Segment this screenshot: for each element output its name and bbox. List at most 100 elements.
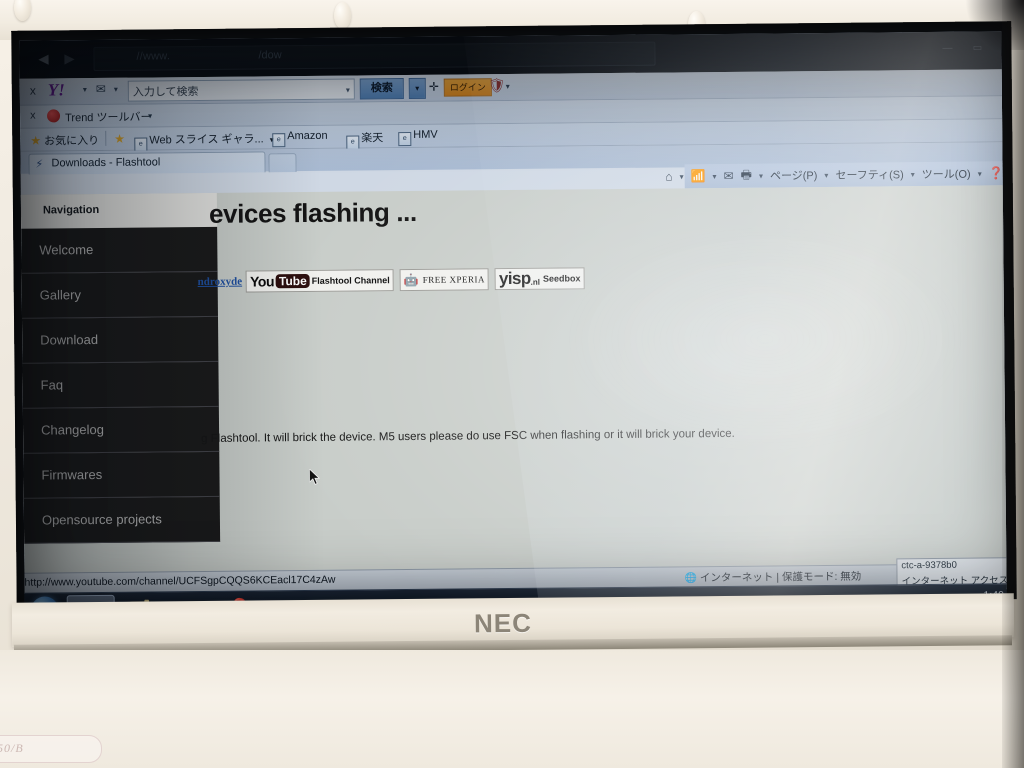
yisp-tld: .nl <box>530 277 541 287</box>
chevron-down-icon[interactable]: ▾ <box>346 86 350 95</box>
yahoo-login-button[interactable]: ログイン <box>443 78 492 97</box>
address-bar[interactable]: //www. /dow <box>93 41 656 72</box>
laptop-photo: ◄ ► //www. /dow — ▭ ✕ x Y! ▾ ✉ ▾ <box>0 0 1024 768</box>
favorites-label: お気に入り <box>44 134 100 148</box>
favorites-item-amazon[interactable]: e Amazon <box>272 130 328 148</box>
youtube-channel-text: Flashtool Channel <box>311 275 390 286</box>
web-page-content: Navigation Welcome Gallery Download Faq … <box>20 185 1007 573</box>
minimize-button[interactable]: — <box>939 42 955 55</box>
chevron-down-icon[interactable]: ▾ <box>83 85 87 94</box>
sidebar-item-faq[interactable]: Faq <box>22 361 219 409</box>
sidebar-item-welcome[interactable]: Welcome <box>21 226 218 274</box>
divider <box>105 130 107 146</box>
page-icon: e <box>398 131 412 147</box>
yahoo-search-input[interactable]: 入力して検索 ▾ <box>127 78 355 102</box>
mail-icon[interactable]: ✉ <box>96 82 106 96</box>
yisp-service: Seedbox <box>542 273 581 284</box>
sidebar-item-label: Download <box>40 331 99 348</box>
menu-tools[interactable]: ツール(O) <box>922 166 971 182</box>
yahoo-logo[interactable]: Y! <box>48 80 65 100</box>
free-xperia-text: FREE XPERIA <box>422 274 486 285</box>
navigation-header: Navigation <box>20 192 218 229</box>
sidebar-item-changelog[interactable]: Changelog <box>22 406 220 454</box>
page-icon: e <box>346 135 360 150</box>
shield-icon[interactable]: 🛡 <box>488 77 506 94</box>
page-title: evices flashing ... <box>208 196 417 229</box>
yahoo-search-dropdown[interactable]: ▾ <box>408 77 426 99</box>
add-icon[interactable]: ✛ <box>429 80 439 94</box>
sidebar-item-label: Opensource projects <box>41 511 162 528</box>
new-tab-button[interactable] <box>268 153 297 173</box>
chevron-down-icon[interactable]: ▾ <box>506 82 510 91</box>
close-icon[interactable]: x <box>30 84 36 98</box>
lid-bumper <box>14 0 31 21</box>
page-icon: e <box>134 137 148 152</box>
android-robot-icon: 🤖 <box>403 272 419 288</box>
rss-icon[interactable]: 📶 <box>691 169 706 183</box>
back-icon[interactable]: ◄ <box>33 49 53 69</box>
globe-icon: 🌐 <box>684 573 698 585</box>
internet-explorer-window: ◄ ► //www. /dow — ▭ ✕ x Y! ▾ ✉ ▾ <box>19 31 1007 594</box>
sidebar-item-label: Firmwares <box>41 466 103 483</box>
youtube-badge[interactable]: You Tube Flashtool Channel <box>245 269 394 293</box>
tooltip-ssid: ctc-a-9378b0 <box>901 559 957 572</box>
menu-safety[interactable]: セーフティ(S) <box>835 166 903 183</box>
sidebar-item-firmwares[interactable]: Firmwares <box>23 451 220 499</box>
sidebar-item-label: Changelog <box>40 421 105 438</box>
favorites-item-webslice[interactable]: eWeb スライス ギャラ... ▾ <box>134 130 274 152</box>
chevron-down-icon[interactable]: ▾ <box>680 172 684 181</box>
sidebar-item-label: Faq <box>40 377 64 393</box>
chevron-down-icon[interactable]: ▾ <box>824 170 828 179</box>
trend-micro-logo-icon <box>46 109 61 123</box>
menu-page[interactable]: ページ(P) <box>770 167 818 183</box>
address-bar-text-left: //www. <box>136 50 171 63</box>
chevron-down-icon[interactable]: ▾ <box>759 171 763 180</box>
chevron-down-icon[interactable]: ▾ <box>712 172 716 181</box>
model-sticker-text: 50/B <box>0 741 24 755</box>
chevron-down-icon[interactable]: ▾ <box>978 169 982 178</box>
home-icon[interactable]: ⌂ <box>665 169 672 183</box>
forward-icon[interactable]: ► <box>59 49 79 69</box>
youtube-you-text: You <box>249 273 275 290</box>
laptop-screen: ◄ ► //www. /dow — ▭ ✕ x Y! ▾ ✉ ▾ <box>19 31 1007 603</box>
photo-edge-shadow <box>1002 0 1024 768</box>
tab-label: Downloads - Flashtool <box>51 156 161 170</box>
chevron-down-icon[interactable]: ▾ <box>114 85 118 94</box>
favorites-add-icon[interactable]: ★ <box>114 132 125 146</box>
lid-bumper <box>334 2 351 29</box>
sidebar-item-opensource-projects[interactable]: Opensource projects <box>23 496 221 544</box>
mail-icon[interactable]: ✉ <box>723 169 733 183</box>
star-icon: ★ <box>30 133 42 148</box>
yisp-name: yisp <box>498 268 531 289</box>
youtube-tube-text: Tube <box>275 273 310 289</box>
brand-logo: NEC <box>473 607 533 639</box>
mouse-cursor <box>309 468 321 485</box>
sidebar-item-download[interactable]: Download <box>21 316 219 364</box>
lightning-icon: ⚡ <box>35 158 44 171</box>
sidebar-item-label: Gallery <box>39 287 82 303</box>
favorites-title[interactable]: ★ お気に入り <box>30 132 99 149</box>
chevron-down-icon[interactable]: ▾ <box>148 111 152 120</box>
free-xperia-badge[interactable]: 🤖 FREE XPERIA <box>399 268 490 292</box>
navigation-title: Navigation <box>42 203 100 217</box>
close-icon[interactable]: x <box>30 110 36 122</box>
trend-toolbar-label[interactable]: Trend ツールバー <box>65 108 152 125</box>
laptop-base <box>0 650 1024 768</box>
sidebar-item-label: Welcome <box>39 242 94 258</box>
badge-row: ndroxyde You Tube Flashtool Channel 🤖 FR… <box>198 267 591 293</box>
sidebar-item-gallery[interactable]: Gallery <box>21 271 218 319</box>
favorites-item-hmv[interactable]: e HMV <box>398 129 438 147</box>
yisp-seedbox-badge[interactable]: yisp .nl Seedbox <box>494 267 585 291</box>
command-bar: ⌂ ▾ 📶 ▾ ✉ 🖶 ▾ ページ(P) ▾ セーフティ(S) ▾ ツール(O)… <box>665 161 1007 189</box>
model-sticker: 50/B <box>0 735 102 763</box>
navigation-sidebar: Welcome Gallery Download Faq Changelog F… <box>21 226 221 544</box>
photo-corner-shadow <box>964 0 1024 50</box>
chevron-down-icon[interactable]: ▾ <box>911 170 915 179</box>
printer-icon[interactable]: 🖶 <box>741 165 753 186</box>
address-bar-text-right: /dow <box>258 49 282 62</box>
author-link[interactable]: ndroxyde <box>198 276 243 288</box>
favorites-item-rakuten[interactable]: e 楽天 <box>346 129 383 150</box>
tab-downloads-flashtool[interactable]: ⚡ Downloads - Flashtool <box>28 151 266 175</box>
yahoo-search-placeholder: 入力して検索 <box>132 86 199 99</box>
yahoo-search-button[interactable]: 検索 <box>359 78 404 100</box>
